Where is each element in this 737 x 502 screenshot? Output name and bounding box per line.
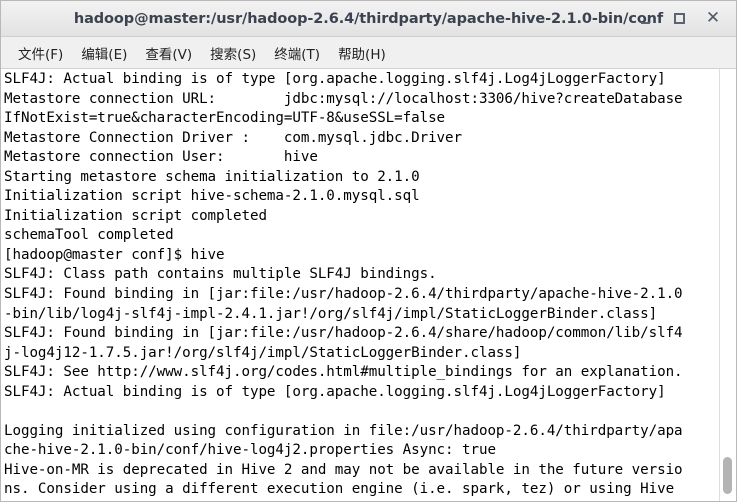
- menu-help[interactable]: 帮助(H): [329, 40, 395, 66]
- terminal-line: Metastore connection URL: jdbc:mysql://l…: [4, 90, 683, 107]
- terminal-line: Initialization script hive-schema-2.1.0.…: [4, 188, 420, 205]
- terminal-line: Initialization script completed: [4, 207, 267, 224]
- terminal-line: Logging initialized using configuration …: [4, 422, 683, 439]
- terminal-line: schemaTool completed: [4, 227, 174, 244]
- terminal-line: SLF4J: Class path contains multiple SLF4…: [4, 266, 437, 283]
- terminal-output[interactable]: SLF4J: Actual binding is of type [org.ap…: [1, 69, 719, 501]
- terminal-line: 1.X releases.: [4, 500, 719, 501]
- terminal-line: ns. Consider using a different execution…: [4, 481, 675, 498]
- terminal-line: [hadoop@master conf]$ hive: [4, 246, 225, 263]
- terminal-line: Metastore connection User: hive: [4, 149, 318, 166]
- terminal-line: IfNotExist=true&characterEncoding=UTF-8&…: [4, 110, 446, 127]
- menu-file[interactable]: 文件(F): [9, 40, 72, 66]
- title-bar[interactable]: hadoop@master:/usr/hadoop-2.6.4/thirdpar…: [1, 1, 736, 37]
- window-controls: ✕: [628, 1, 730, 36]
- window-title: hadoop@master:/usr/hadoop-2.6.4/thirdpar…: [73, 10, 664, 27]
- terminal-line: SLF4J: Actual binding is of type [org.ap…: [4, 383, 666, 400]
- close-button[interactable]: ✕: [696, 4, 730, 34]
- terminal-line: Starting metastore schema initialization…: [4, 168, 420, 185]
- terminal-line: SLF4J: See http://www.slf4j.org/codes.ht…: [4, 364, 683, 381]
- menu-view[interactable]: 查看(V): [136, 40, 201, 66]
- menu-edit[interactable]: 编辑(E): [72, 40, 136, 66]
- menu-search[interactable]: 搜索(S): [201, 40, 265, 66]
- scrollbar-thumb[interactable]: [723, 457, 732, 494]
- terminal-line: -bin/lib/log4j-slf4j-impl-2.4.1.jar!/org…: [4, 305, 658, 322]
- terminal-line: SLF4J: Found binding in [jar:file:/usr/h…: [4, 325, 683, 342]
- close-icon: ✕: [705, 8, 721, 28]
- terminal-line: Metastore Connection Driver : com.mysql.…: [4, 129, 463, 146]
- terminal-scrollbar[interactable]: [719, 69, 736, 501]
- maximize-icon: [673, 13, 685, 24]
- terminal-area: SLF4J: Actual binding is of type [org.ap…: [1, 69, 736, 501]
- minimize-button[interactable]: [628, 4, 662, 34]
- terminal-line: SLF4J: Actual binding is of type [org.ap…: [4, 71, 666, 87]
- menu-terminal[interactable]: 终端(T): [265, 40, 329, 66]
- terminal-line: che-hive-2.1.0-bin/conf/hive-log4j2.prop…: [4, 442, 496, 459]
- menu-bar: 文件(F) 编辑(E) 查看(V) 搜索(S) 终端(T) 帮助(H): [1, 37, 736, 69]
- terminal-line: Hive-on-MR is deprecated in Hive 2 and m…: [4, 461, 683, 478]
- terminal-window: hadoop@master:/usr/hadoop-2.6.4/thirdpar…: [0, 0, 737, 502]
- terminal-line: j-log4j12-1.7.5.jar!/org/slf4j/impl/Stat…: [4, 344, 522, 361]
- maximize-button[interactable]: [662, 4, 696, 34]
- minimize-icon: [640, 21, 650, 24]
- terminal-line: SLF4J: Found binding in [jar:file:/usr/h…: [4, 286, 683, 303]
